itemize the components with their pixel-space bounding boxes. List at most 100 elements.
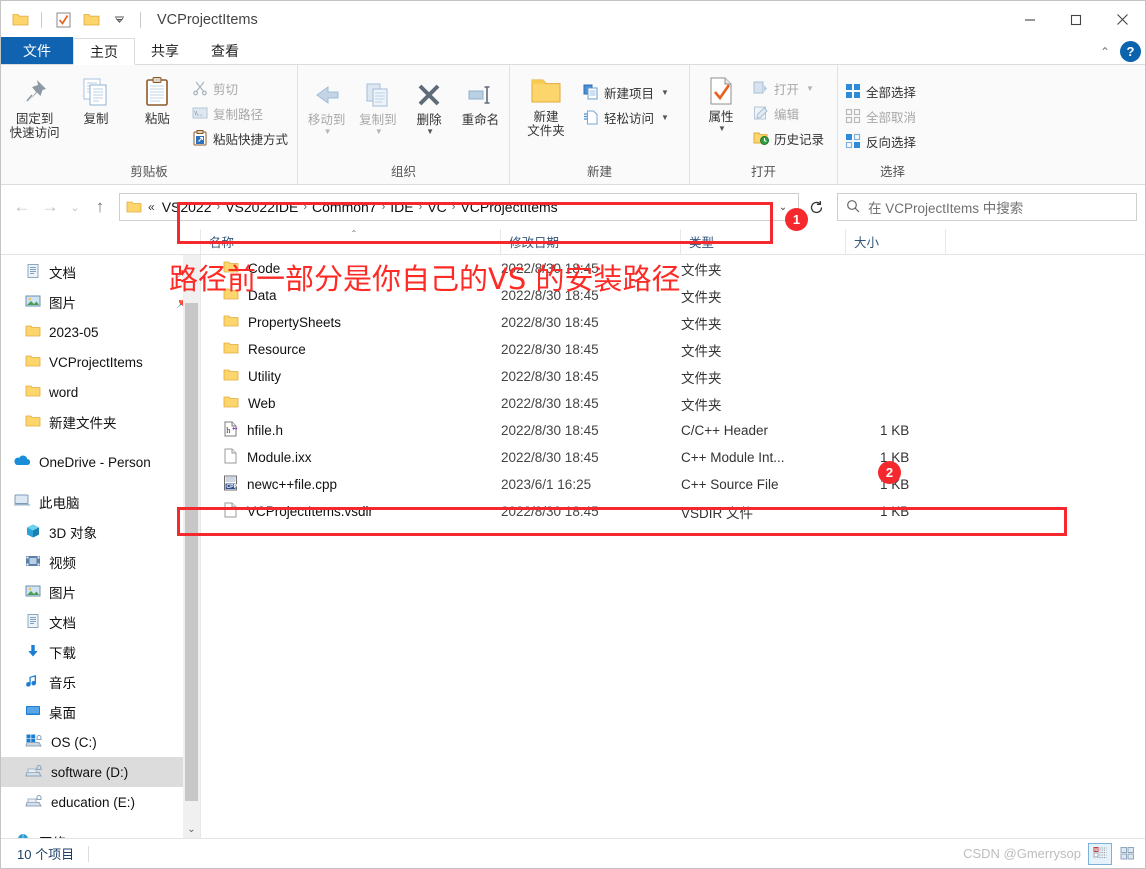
sidebar-item-2023-05[interactable]: 2023-05 bbox=[1, 317, 200, 347]
breadcrumb-sep-0[interactable]: › bbox=[215, 201, 223, 213]
sidebar-item-music[interactable]: 音乐 bbox=[1, 667, 200, 697]
new-item-caret-icon[interactable]: ▼ bbox=[661, 88, 669, 97]
sidebar-item-education-e[interactable]: education (E:) bbox=[1, 787, 200, 817]
table-row[interactable]: Resource 2022/8/30 18:45 文件夹 bbox=[201, 336, 1145, 363]
rename-button[interactable]: 重命名 bbox=[456, 77, 505, 130]
breadcrumb-item-3[interactable]: IDE bbox=[387, 199, 416, 215]
select-none-button[interactable]: 全部取消 bbox=[842, 104, 921, 128]
new-folder-button[interactable]: 新建 文件夹 bbox=[514, 72, 578, 142]
paste-button[interactable]: 粘贴 bbox=[128, 72, 187, 129]
column-header-size[interactable]: 大小 bbox=[846, 229, 946, 254]
table-row[interactable]: VCProjectItems.vsdir 2022/8/30 18:45 VSD… bbox=[201, 498, 1145, 525]
move-to-caret-icon[interactable]: ▼ bbox=[324, 127, 332, 136]
close-button[interactable] bbox=[1099, 1, 1145, 38]
sidebar-item-software-d[interactable]: software (D:) bbox=[1, 757, 200, 787]
table-row[interactable]: Utility 2022/8/30 18:45 文件夹 bbox=[201, 363, 1145, 390]
table-row[interactable]: CPP newc++file.cpp 2023/6/1 16:25 C++ So… bbox=[201, 471, 1145, 498]
copy-to-caret-icon[interactable]: ▼ bbox=[375, 127, 383, 136]
easy-access-caret-icon[interactable]: ▼ bbox=[661, 113, 669, 122]
sidebar-item-word[interactable]: word bbox=[1, 377, 200, 407]
column-header-date[interactable]: 修改日期 bbox=[501, 229, 681, 254]
column-header-type[interactable]: 类型 bbox=[681, 229, 846, 254]
folder-icon[interactable] bbox=[9, 9, 31, 31]
chevron-down-icon[interactable] bbox=[108, 9, 130, 31]
back-button[interactable]: ← bbox=[9, 194, 35, 220]
copy-path-button[interactable]: \\... 复制路径 bbox=[189, 101, 293, 125]
column-header-name[interactable]: ⌃ 名称 bbox=[201, 229, 501, 254]
sidebar-item-network[interactable]: 网络 bbox=[1, 827, 200, 838]
pin-to-quick-access-button[interactable]: 固定到 快速访问 bbox=[5, 72, 64, 144]
tab-view[interactable]: 查看 bbox=[195, 37, 255, 64]
new-item-icon bbox=[583, 84, 599, 100]
sidebar-item-3d-objects[interactable]: 3D 对象 bbox=[1, 517, 200, 547]
sidebar-scrollbar[interactable]: ⌄ bbox=[183, 255, 200, 838]
maximize-button[interactable] bbox=[1053, 1, 1099, 38]
breadcrumb-sep-2[interactable]: › bbox=[380, 201, 388, 213]
new-item-button[interactable]: 新建项目 ▼ bbox=[580, 80, 674, 104]
move-to-button[interactable]: 移动到 ▼ bbox=[302, 77, 351, 140]
drive-icon bbox=[25, 793, 43, 811]
breadcrumb-item-1[interactable]: VS2022IDE bbox=[222, 199, 301, 215]
ribbon-group-organize: 移动到 ▼ 复制到 ▼ 删除 ▼ 重命名 组织 bbox=[297, 65, 509, 184]
sidebar-scrollbar-thumb[interactable] bbox=[185, 303, 198, 801]
table-row[interactable]: Module.ixx 2022/8/30 18:45 C++ Module In… bbox=[201, 444, 1145, 471]
sidebar-item-os-c[interactable]: OS (C:) bbox=[1, 727, 200, 757]
quick-access-toolbar: VCProjectItems bbox=[1, 9, 258, 31]
details-view-icon[interactable] bbox=[1088, 842, 1112, 865]
sidebar-item-new-folder[interactable]: 新建文件夹 bbox=[1, 407, 200, 437]
svg-text:CPP: CPP bbox=[226, 484, 237, 490]
invert-selection-button[interactable]: 反向选择 bbox=[842, 129, 921, 153]
sidebar-item-pictures[interactable]: 图片 bbox=[1, 577, 200, 607]
status-divider bbox=[88, 845, 90, 862]
properties-caret-icon[interactable]: ▼ bbox=[718, 124, 726, 133]
open-caret-icon[interactable]: ▼ bbox=[806, 84, 814, 93]
forward-button[interactable]: → bbox=[37, 194, 63, 220]
breadcrumb-bar[interactable]: « VS2022 › VS2022IDE › Common7 › IDE › V… bbox=[119, 193, 799, 221]
breadcrumb-item-2[interactable]: Common7 bbox=[309, 199, 380, 215]
cut-button[interactable]: 剪切 bbox=[189, 76, 293, 100]
sidebar-item-downloads[interactable]: 下载 bbox=[1, 637, 200, 667]
tab-share[interactable]: 共享 bbox=[135, 37, 195, 64]
file-date: 2022/8/30 18:45 bbox=[501, 396, 599, 411]
help-button[interactable]: ? bbox=[1120, 41, 1141, 62]
breadcrumb-overflow[interactable]: « bbox=[146, 200, 159, 214]
sidebar-item-onedrive[interactable]: OneDrive - Person bbox=[1, 447, 200, 477]
easy-access-button[interactable]: 轻松访问 ▼ bbox=[580, 105, 674, 129]
chevron-up-icon[interactable]: ⌃ bbox=[1100, 45, 1110, 59]
sidebar-item-documents[interactable]: 文档 bbox=[1, 607, 200, 637]
search-box[interactable]: 在 VCProjectItems 中搜索 bbox=[837, 193, 1137, 221]
edit-button[interactable]: 编辑 bbox=[750, 101, 829, 125]
table-row[interactable]: PropertySheets 2022/8/30 18:45 文件夹 bbox=[201, 309, 1145, 336]
tab-file[interactable]: 文件 bbox=[1, 37, 73, 64]
breadcrumb-sep-3[interactable]: › bbox=[417, 201, 425, 213]
sidebar-item-videos[interactable]: 视频 bbox=[1, 547, 200, 577]
breadcrumb-item-4[interactable]: VC bbox=[424, 199, 449, 215]
table-row[interactable]: h hfile.h 2022/8/30 18:45 C/C++ Header 1… bbox=[201, 417, 1145, 444]
properties-button[interactable]: 属性 ▼ bbox=[694, 72, 748, 137]
up-button[interactable]: ↑ bbox=[87, 194, 113, 220]
recent-locations-button[interactable]: ⌄ bbox=[65, 194, 85, 220]
paste-shortcut-button[interactable]: 粘贴快捷方式 bbox=[189, 126, 293, 150]
tab-home[interactable]: 主页 bbox=[73, 38, 135, 65]
delete-button[interactable]: 删除 ▼ bbox=[405, 77, 454, 140]
table-row[interactable]: Web 2022/8/30 18:45 文件夹 bbox=[201, 390, 1145, 417]
large-icons-view-icon[interactable] bbox=[1115, 843, 1139, 865]
minimize-button[interactable] bbox=[1007, 1, 1053, 38]
breadcrumb-item-5[interactable]: VCProjectItems bbox=[457, 199, 560, 215]
copy-to-button[interactable]: 复制到 ▼ bbox=[353, 77, 402, 140]
sidebar-item-desktop[interactable]: 桌面 bbox=[1, 697, 200, 727]
select-all-button[interactable]: 全部选择 bbox=[842, 79, 921, 103]
breadcrumb-sep-1[interactable]: › bbox=[301, 201, 309, 213]
sidebar-item-label: 3D 对象 bbox=[49, 526, 98, 541]
delete-caret-icon[interactable]: ▼ bbox=[426, 127, 434, 136]
new-folder-icon[interactable] bbox=[80, 9, 102, 31]
copy-button[interactable]: 复制 bbox=[66, 72, 125, 129]
breadcrumb-item-0[interactable]: VS2022 bbox=[159, 199, 215, 215]
open-button[interactable]: 打开 ▼ bbox=[750, 76, 829, 100]
sidebar-item-vcprojectitems[interactable]: VCProjectItems bbox=[1, 347, 200, 377]
sidebar-item-this-pc[interactable]: 此电脑 bbox=[1, 487, 200, 517]
breadcrumb-sep-4[interactable]: › bbox=[450, 201, 458, 213]
checkbox-properties-icon[interactable] bbox=[52, 9, 74, 31]
history-button[interactable]: 历史记录 bbox=[750, 126, 829, 150]
chevron-down-icon[interactable]: ⌄ bbox=[183, 821, 200, 838]
